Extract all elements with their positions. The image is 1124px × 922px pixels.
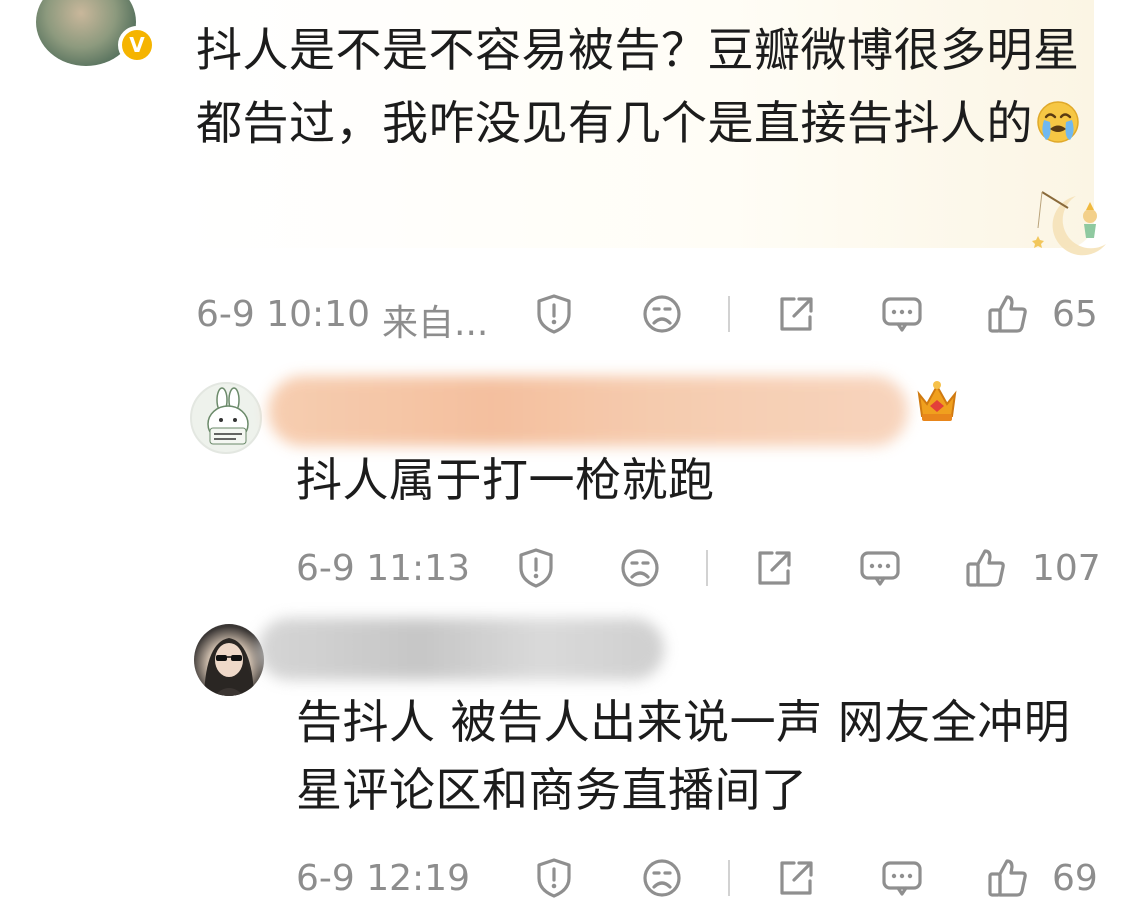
reply-text: 抖人属于打一枪就跑: [296, 453, 715, 507]
like-count: 65: [1052, 294, 1098, 335]
comment-thread: V 抖人是不是不容易被告？豆瓣微博很多明星都告过，我咋没见有几个是直接告抖人的 …: [0, 0, 1124, 922]
comment-icon[interactable]: [880, 292, 924, 336]
dislike-icon[interactable]: [640, 292, 684, 336]
comment-source-link[interactable]: 来自...: [382, 294, 488, 346]
meta-divider: [728, 296, 730, 332]
like-icon[interactable]: [964, 546, 1008, 590]
reply-time: 6-9 12:19: [296, 858, 470, 899]
username-obscured[interactable]: [268, 376, 908, 446]
verified-badge: V: [118, 26, 156, 64]
crying-emoji-icon: [1037, 101, 1079, 143]
reply-text: 告抖人 被告人出来说一声 网友全冲明星评论区和商务直播间了: [296, 695, 1071, 817]
report-icon[interactable]: [532, 856, 576, 900]
reply-meta-row: 6-9 12:19 69: [0, 856, 1124, 906]
rabbit-avatar-icon: [207, 387, 249, 445]
main-comment-body: 抖人是不是不容易被告？豆瓣微博很多明星都告过，我咋没见有几个是直接告抖人的: [196, 23, 1080, 150]
username-obscured[interactable]: [258, 618, 664, 680]
dislike-icon[interactable]: [640, 856, 684, 900]
reply-time: 6-9 11:13: [296, 548, 470, 589]
dislike-icon[interactable]: [618, 546, 662, 590]
like-count: 69: [1052, 858, 1098, 899]
like-icon[interactable]: [986, 856, 1030, 900]
share-icon[interactable]: [774, 856, 818, 900]
comment-icon[interactable]: [858, 546, 902, 590]
reply-avatar[interactable]: [190, 382, 262, 454]
little-prince-decoration-icon: [1032, 191, 1106, 256]
comment-meta-row: 6-9 10:10 来自... 65: [0, 292, 1124, 344]
reply-avatar[interactable]: [194, 624, 264, 696]
reply-meta-row: 6-9 11:13 107: [0, 546, 1124, 596]
report-icon[interactable]: [532, 292, 576, 336]
main-comment-text: 抖人是不是不容易被告？豆瓣微博很多明星都告过，我咋没见有几个是直接告抖人的: [196, 14, 1086, 160]
meta-divider: [728, 860, 730, 896]
meta-divider: [706, 550, 708, 586]
like-icon[interactable]: [986, 292, 1030, 336]
comment-time: 6-9 10:10: [196, 294, 370, 335]
person-avatar-icon: [204, 638, 254, 696]
share-icon[interactable]: [752, 546, 796, 590]
share-icon[interactable]: [774, 292, 818, 336]
comment-icon[interactable]: [880, 856, 924, 900]
report-icon[interactable]: [514, 546, 558, 590]
crown-badge-icon: [917, 381, 957, 421]
like-count: 107: [1032, 548, 1101, 589]
